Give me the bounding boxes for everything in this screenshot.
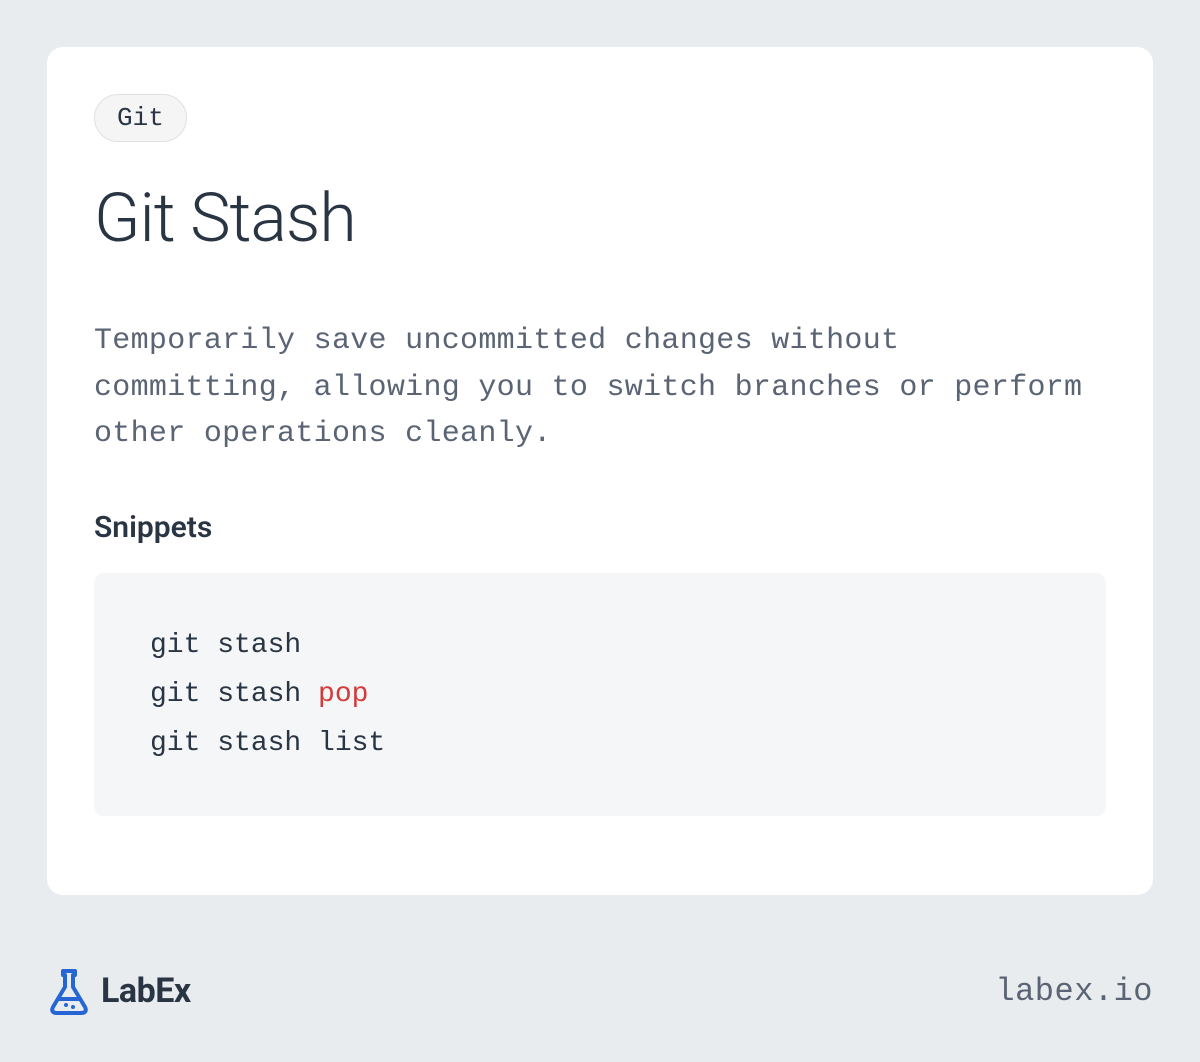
- code-keyword: pop: [318, 679, 368, 710]
- site-url: labex.io: [995, 973, 1153, 1010]
- footer: LabEx labex.io: [47, 967, 1153, 1015]
- page-title: Git Stash: [94, 178, 1106, 258]
- code-snippet-block: git stash git stash pop git stash list: [94, 573, 1106, 816]
- code-line: git stash: [150, 621, 1050, 670]
- snippets-heading: Snippets: [94, 510, 1106, 545]
- content-card: Git Git Stash Temporarily save uncommitt…: [47, 47, 1153, 895]
- code-text: git stash: [150, 679, 318, 710]
- description-text: Temporarily save uncommitted changes wit…: [94, 318, 1106, 458]
- flask-icon: [47, 967, 91, 1015]
- brand-logo: LabEx: [47, 967, 191, 1015]
- code-line: git stash pop: [150, 670, 1050, 719]
- code-line: git stash list: [150, 719, 1050, 768]
- brand-name: LabEx: [101, 971, 191, 1011]
- category-tag: Git: [94, 94, 187, 142]
